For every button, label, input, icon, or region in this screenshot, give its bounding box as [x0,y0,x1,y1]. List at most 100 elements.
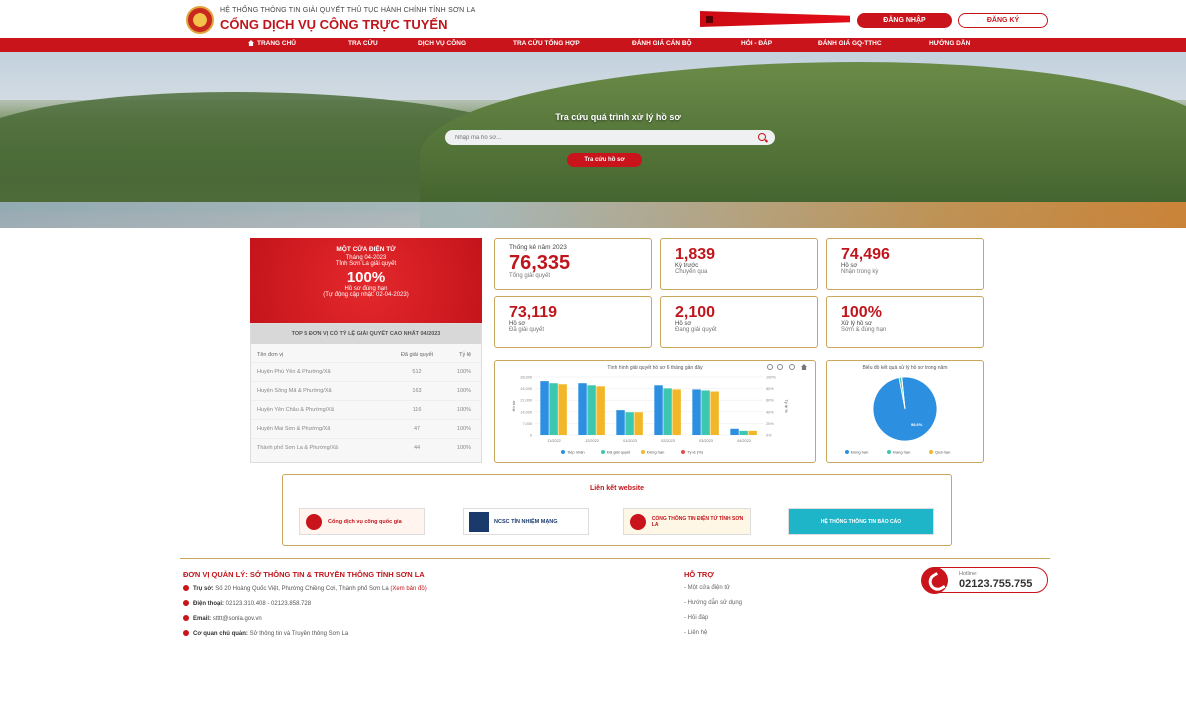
help-link[interactable]: - Liên hệ [684,630,707,636]
hotline-box[interactable]: Hotline: 02123.755.755 [921,567,1048,594]
nav-item-guide[interactable]: HƯỚNG DẪN [929,40,970,47]
pie-chart-card: Biểu đồ kết quả xử lý hồ sơ trong năm 98… [826,360,984,463]
hero-title: Tra cứu quá trình xử lý hồ sơ [555,112,681,122]
bar-chart: 28,000 100% 24,000 80% 21,000 60% 14,000 40% 7,0… [511,376,789,455]
one-gate-summary: MỘT CỬA ĐIỆN TỬ Tháng 04-2023 Tỉnh Sơn L… [250,238,482,324]
legend-label: Đang hạn [893,450,910,455]
cell-resolved: 116 [412,407,422,413]
x-tick-label: 11/2022 [547,439,560,443]
hotline-label: Hotline: [959,571,978,577]
table-row: Huyện Yên Châu & Phường/Xã 116 100% [251,400,481,419]
bar [730,428,739,435]
stat-received-sub: Nhận trong kỳ [841,269,879,275]
legend-swatch [561,450,565,454]
nav-item-procedure-rating[interactable]: ĐÁNH GIÁ GQ-TTHC [818,40,882,47]
link-national-portal[interactable]: Cổng dịch vụ công quốc gia [299,508,425,535]
stat-processing-sub: Đang giải quyết [675,327,717,333]
home-icon [248,40,254,46]
stat-ontime-sub: Sớm & đúng hạn [841,327,887,333]
bar [748,430,757,435]
stat-resolved-sub: Đã giải quyết [509,327,545,333]
help-link[interactable]: - Hỏi đáp [684,615,708,621]
footer-title: ĐƠN VỊ QUẢN LÝ: SỞ THÔNG TIN & TRUYỀN TH… [183,570,425,579]
nav-item-public-service[interactable]: DỊCH VỤ CÔNG [418,40,466,47]
owner-text: Sở thông tin và Truyền thông Sơn La [249,631,349,637]
stat-ontime-card: 100% Xử lý hồ sơ Sớm & đúng hạn [826,296,984,348]
link-label: CỔNG THÔNG TIN ĐIỆN TỬ TỈNH SƠN LA [651,515,744,528]
cell-unit: Huyện Sông Mã & Phường/Xã [257,388,332,394]
nav-item-lookup[interactable]: TRA CỨU [348,40,378,47]
help-link[interactable]: - Hướng dẫn sử dụng [684,600,742,606]
y2-tick-label: 40% [766,410,774,414]
stat-total-value: 76,335 [509,252,571,274]
stat-prior-value: 1,839 [675,246,716,263]
map-link[interactable]: (Xem bản đồ) [390,586,426,592]
organization-icon [183,630,189,636]
legend-swatch [845,450,849,454]
page: HỆ THỐNG THÔNG TIN GIẢI QUYẾT THỦ TỤC HÀ… [0,0,1186,709]
nav-item-general-lookup[interactable]: TRA CỨU TỔNG HỢP [513,40,580,47]
bar [663,388,672,435]
cell-unit: Huyện Phù Yên & Phường/Xã [257,369,331,375]
site-title[interactable]: CỔNG DỊCH VỤ CÔNG TRỰC TUYẾN [220,17,447,32]
bar [710,391,719,435]
redacted-mark [706,16,713,23]
redacted-bar [700,11,850,27]
y-tick-label: 14,000 [520,410,532,414]
login-button[interactable]: ĐĂNG NHẬP [857,13,952,28]
bar [625,412,634,435]
bar [701,390,710,435]
links-section: Liên kết website Cổng dịch vụ công quốc … [282,474,952,546]
ncsc-logo-icon [469,511,489,532]
lookup-button[interactable]: Tra cứu hồ sơ [567,153,642,167]
legend-label: Đã giải quyết [607,450,631,455]
nav-item-faq[interactable]: HỎI - ĐÁP [741,40,772,47]
link-ncsc[interactable]: NCSC TÍN NHIỆM MẠNG [463,508,589,535]
emblem-icon [630,513,646,530]
x-tick-label: 02/2023 [661,439,675,443]
emblem-logo[interactable] [186,6,214,34]
cell-rate: 100% [456,388,471,394]
bar [692,389,701,435]
phone-text: 02123.310.408 - 02123.858.728 [225,601,312,607]
cell-resolved: 44 [413,445,421,451]
table-row: Thành phố Sơn La & Phường/Xã 44 100% [251,438,481,457]
location-icon [183,585,189,591]
register-button[interactable]: ĐĂNG KÝ [958,13,1048,28]
link-label: NCSC TÍN NHIỆM MẠNG [494,518,558,525]
col-rate: Tỷ lệ [459,352,471,358]
legend-swatch [641,450,645,454]
help-link[interactable]: - Một cửa điện tử [684,585,730,591]
stat-received-card: 74,496 Hồ sơ Nhận trong kỳ [826,238,984,290]
link-label: Cổng dịch vụ công quốc gia [328,518,402,525]
help-link-label: Hướng dẫn sử dụng [687,600,743,606]
link-report-system[interactable]: HỆ THỐNG THÔNG TIN BÁO CÁO [788,508,934,535]
stat-prior-sub: Chuyển qua [675,269,708,275]
stat-resolved-card: 73,119 Hồ sơ Đã giải quyết [494,296,652,348]
y-tick-label: 0 [530,434,532,438]
table-row: Huyện Sông Mã & Phường/Xã 163 100% [251,381,481,400]
legend-label: Đúng hạn [647,450,664,455]
bar [634,412,643,435]
nav-label: TRANG CHỦ [257,40,296,47]
nav-item-home[interactable]: TRANG CHỦ [248,40,296,47]
search-icon[interactable] [758,133,766,141]
y2-tick-label: 60% [766,399,774,403]
link-province-portal[interactable]: CỔNG THÔNG TIN ĐIỆN TỬ TỈNH SƠN LA [623,508,751,535]
cell-unit: Thành phố Sơn La & Phường/Xã [257,445,338,451]
stat-ontime-value: 100% [841,304,882,321]
top5-table: TOP 5 ĐƠN VỊ CÓ TỶ LỆ GIẢI QUYẾT CAO NHẤ… [250,323,482,463]
help-link-label: Một cửa điện tử [687,585,731,591]
email-icon [183,615,189,621]
pie-data-label: 98.6% [911,422,923,427]
search-input[interactable] [445,130,775,145]
stat-received-value: 74,496 [841,246,890,263]
emblem-icon [306,513,322,530]
nav-item-staff-rating[interactable]: ĐÁNH GIÁ CÁN BỘ [632,40,692,47]
email-text[interactable]: stttt@sonla.gov.vn [213,616,262,622]
help-link-label: Liên hệ [687,630,708,636]
col-unit: Tên đơn vị [257,352,284,358]
email-label: Email: [193,616,212,622]
y2-tick-label: 80% [766,387,774,391]
owner-label: Cơ quan chủ quản: [193,631,248,637]
